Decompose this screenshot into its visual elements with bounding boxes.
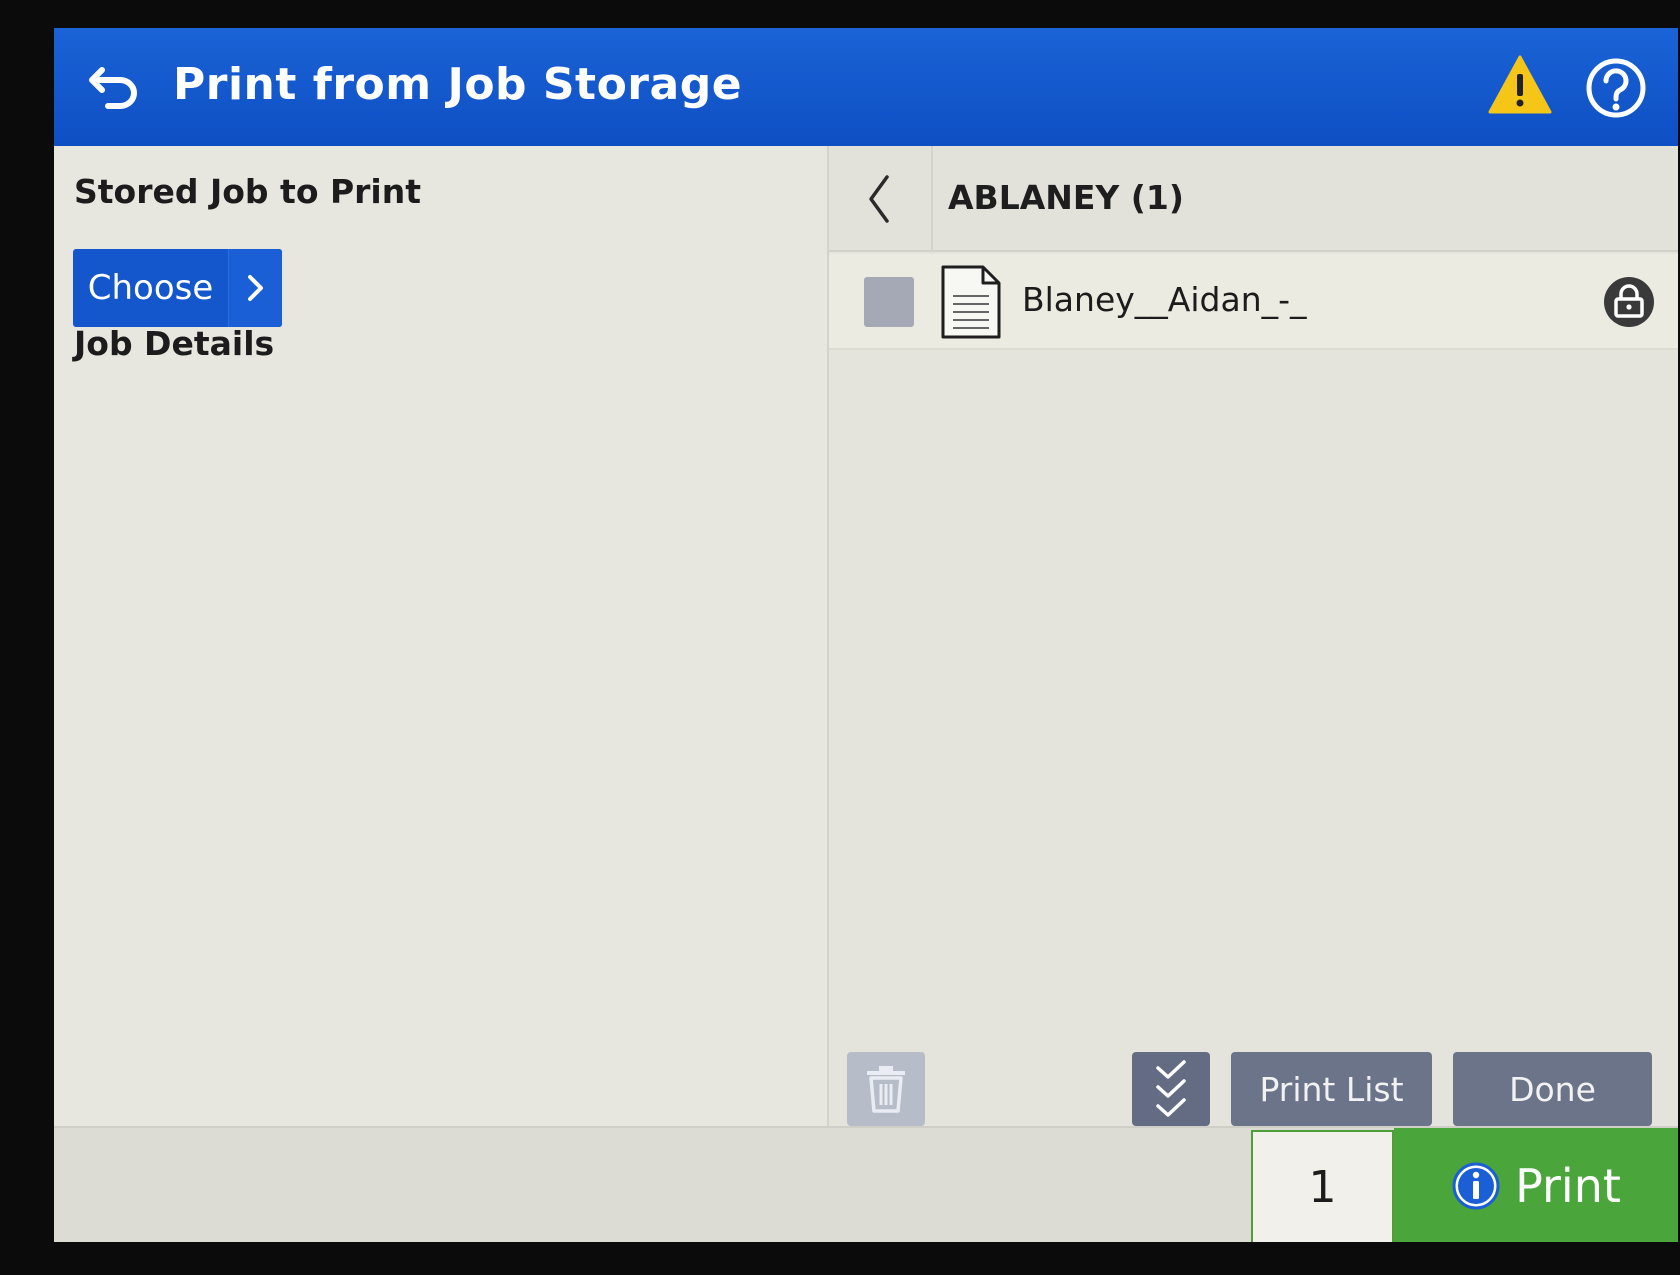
job-list-toolbar: Print List Done	[829, 1046, 1678, 1126]
copies-field[interactable]: 1	[1251, 1130, 1394, 1242]
select-all-icon	[1156, 1060, 1186, 1117]
print-button[interactable]: Print	[1394, 1128, 1678, 1242]
footer-bar: 1 Print	[54, 1126, 1678, 1242]
help-button[interactable]	[1584, 56, 1648, 120]
chevron-left-icon	[869, 175, 889, 223]
choose-button[interactable]: Choose	[73, 249, 282, 327]
help-icon	[1586, 58, 1646, 118]
chevron-right-icon	[228, 249, 282, 327]
page-title: Print from Job Storage	[173, 59, 743, 110]
back-arrow-icon	[89, 67, 137, 109]
info-icon	[1452, 1162, 1500, 1210]
job-options-pane: Stored Job to Print Choose Job Details	[54, 146, 827, 1126]
warning-button[interactable]	[1488, 54, 1552, 120]
job-name: Blaney__Aidan_-_	[1022, 280, 1307, 319]
document-icon	[941, 265, 1001, 339]
stored-job-label: Stored Job to Print	[74, 172, 422, 211]
print-list-button[interactable]: Print List	[1231, 1052, 1432, 1126]
folder-title: ABLANEY (1)	[948, 178, 1184, 217]
job-checkbox[interactable]	[864, 277, 914, 327]
choose-label: Choose	[87, 268, 214, 308]
warning-icon	[1488, 55, 1552, 114]
title-bar: Print from Job Storage	[54, 28, 1678, 146]
job-details-label: Job Details	[74, 324, 275, 363]
lock-icon	[1604, 277, 1654, 327]
folder-back-button[interactable]	[829, 146, 933, 252]
folder-header: ABLANEY (1)	[829, 146, 1678, 252]
job-list-pane: ABLANEY (1) Blaney__Aidan_-_ Print List …	[827, 146, 1678, 1126]
delete-button[interactable]	[847, 1052, 925, 1126]
print-label: Print	[1515, 1159, 1621, 1213]
back-button[interactable]	[84, 54, 148, 118]
select-all-button[interactable]	[1132, 1052, 1210, 1126]
job-list-item[interactable]: Blaney__Aidan_-_	[829, 254, 1678, 350]
printer-screen: Print from Job Storage Stored Job to Pri…	[54, 28, 1678, 1242]
done-button[interactable]: Done	[1453, 1052, 1652, 1126]
trash-icon	[867, 1066, 905, 1113]
